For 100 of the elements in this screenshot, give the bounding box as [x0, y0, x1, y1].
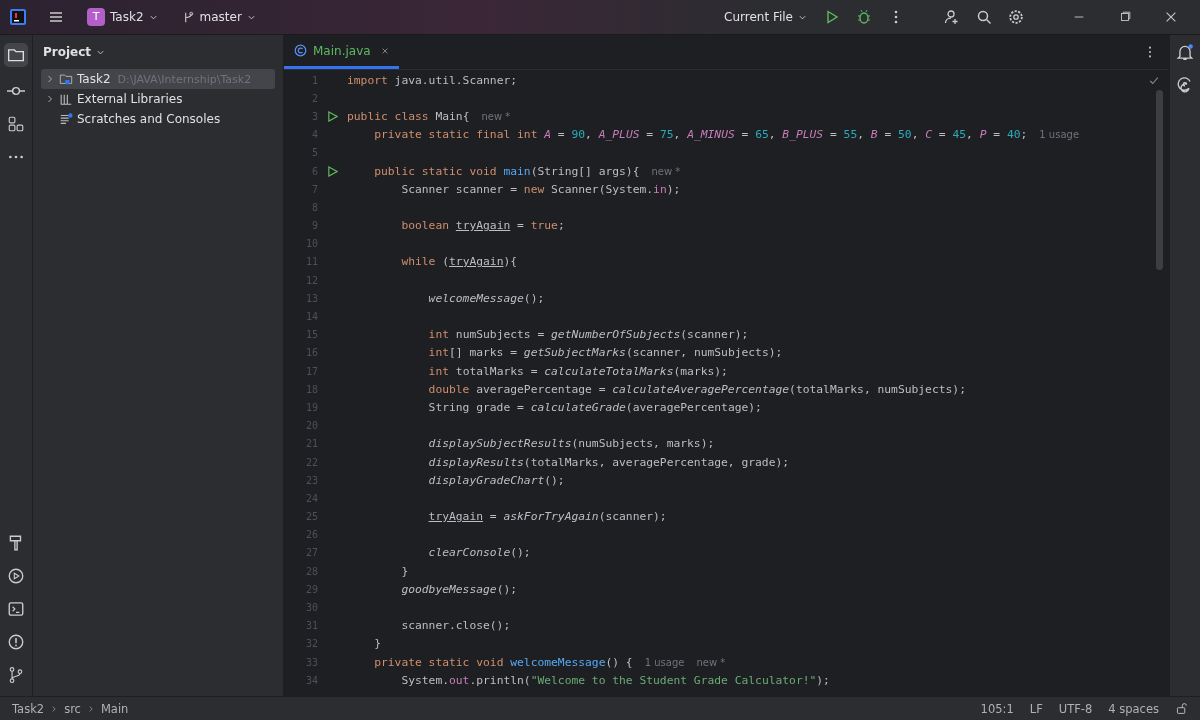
close-icon[interactable]: [1164, 10, 1178, 24]
run-icon[interactable]: [327, 165, 338, 177]
code-text: ();: [544, 473, 565, 487]
number-literal: 50: [898, 128, 912, 142]
code-text: ){: [503, 255, 518, 269]
folder-icon[interactable]: [4, 43, 28, 67]
code-text: =: [883, 128, 893, 142]
number-literal: 40: [1006, 128, 1021, 142]
structure-icon[interactable]: [7, 115, 25, 133]
inlay-hint: 1 usage: [1039, 129, 1080, 141]
breadcrumb[interactable]: src: [64, 701, 81, 716]
code-text: =: [937, 128, 947, 142]
code-text: (String[] args){: [530, 164, 640, 178]
scratch-list-icon: [59, 112, 73, 126]
constant-name: A_MINUS: [687, 128, 735, 142]
project-switcher[interactable]: T Task2: [82, 5, 163, 29]
keyword: import: [347, 73, 389, 87]
code-text: Scanner(System.: [551, 182, 654, 196]
number-literal: 45: [952, 128, 967, 142]
indent-setting[interactable]: 4 spaces: [1108, 701, 1159, 716]
number-literal: 55: [843, 128, 858, 142]
method-call: displayGradeChart: [428, 473, 545, 487]
method-call: goodbyeMessage: [401, 582, 497, 596]
code-text: ,: [673, 128, 682, 142]
number-literal: 90: [571, 128, 586, 142]
code-text: =: [556, 128, 566, 142]
constant-name: A_PLUS: [598, 128, 640, 142]
number-literal: 75: [659, 128, 674, 142]
code-text: (averagePercentage);: [625, 400, 762, 414]
inlay-hint: new *: [481, 110, 511, 122]
code-text: =: [516, 219, 525, 233]
check-icon: [1149, 76, 1159, 86]
breadcrumb[interactable]: Task2: [12, 701, 45, 716]
settings-icon[interactable]: [1008, 9, 1024, 25]
keyword: boolean: [401, 219, 450, 233]
terminal-icon[interactable]: [7, 600, 25, 618]
code-text: System.: [401, 673, 449, 687]
code-text: ,: [768, 128, 777, 142]
code-text: (numSubjects, marks);: [571, 437, 715, 451]
file-encoding[interactable]: UTF-8: [1058, 701, 1093, 716]
restore-icon[interactable]: [1118, 10, 1132, 24]
breadcrumb[interactable]: Main: [100, 701, 129, 716]
editor-tab[interactable]: Main.java: [284, 35, 399, 69]
problems-icon[interactable]: [7, 633, 25, 651]
cursor-position[interactable]: 105:1: [980, 701, 1014, 716]
code-text: (marks);: [673, 364, 728, 378]
branch-switcher[interactable]: master: [176, 7, 261, 27]
menu-icon[interactable]: [48, 9, 64, 25]
variable-name: tryAgain: [428, 510, 484, 524]
project-panel-title[interactable]: Project: [41, 45, 108, 59]
run-configuration-dropdown[interactable]: Current File: [719, 7, 812, 27]
keyword: int: [428, 346, 449, 360]
scrollbar[interactable]: [1155, 90, 1163, 270]
constant-name: P: [979, 128, 987, 142]
module-folder-icon: [59, 72, 73, 86]
code-text: java.util.Scanner;: [394, 73, 518, 87]
code-text: Scanner scanner =: [401, 182, 519, 196]
app-logo-icon[interactable]: [10, 9, 26, 25]
run-icon[interactable]: [824, 9, 840, 25]
variable-name: tryAgain: [449, 255, 504, 269]
run-icon[interactable]: [327, 110, 338, 122]
inlay-hint: new *: [696, 656, 726, 668]
add-user-icon[interactable]: [944, 9, 960, 25]
lock-icon[interactable]: [1175, 702, 1188, 715]
number-literal: 65: [755, 128, 769, 142]
line-ending[interactable]: LF: [1029, 701, 1043, 716]
code-text: numSubjects =: [455, 328, 546, 342]
method-call: displaySubjectResults: [428, 437, 572, 451]
code-text: Main{: [435, 109, 470, 123]
code-text: }: [374, 637, 381, 651]
chevron-right-icon: [50, 704, 59, 713]
code-text: );: [816, 673, 830, 687]
search-icon[interactable]: [976, 9, 992, 25]
constant-name: B_PLUS: [782, 128, 824, 142]
code-text: averagePercentage =: [476, 382, 607, 396]
code-text: totalMarks =: [455, 364, 539, 378]
tree-item[interactable]: Scratches and Consoles: [41, 109, 275, 129]
tree-item[interactable]: External Libraries: [41, 89, 275, 109]
keyword: int: [428, 328, 450, 342]
run-panel-icon[interactable]: [7, 567, 25, 585]
code-text: (scanner);: [680, 328, 749, 342]
code-text: ,: [966, 128, 974, 142]
inlay-hint: 1 usage: [644, 656, 685, 668]
keyword: private static void: [374, 655, 505, 669]
git-icon[interactable]: [7, 666, 25, 684]
code-text: (: [442, 255, 450, 269]
bug-icon[interactable]: [856, 9, 872, 25]
constant-name: C: [925, 128, 933, 142]
class-icon: [294, 44, 307, 57]
close-icon[interactable]: [380, 46, 389, 55]
code-text: (scanner, numSubjects);: [625, 346, 783, 360]
method-call: askForTryAgain: [503, 510, 599, 524]
code-text: scanner.close();: [401, 619, 511, 633]
project-initial-badge: T: [87, 8, 105, 26]
notifications-icon[interactable]: [1176, 43, 1194, 61]
code-text: ();: [510, 546, 531, 560]
inlay-hint: new *: [651, 165, 681, 177]
string-literal: "Welcome to the Student Grade Calculator!": [530, 673, 817, 687]
keyword: double: [428, 382, 471, 396]
code-text: ();: [523, 291, 545, 305]
